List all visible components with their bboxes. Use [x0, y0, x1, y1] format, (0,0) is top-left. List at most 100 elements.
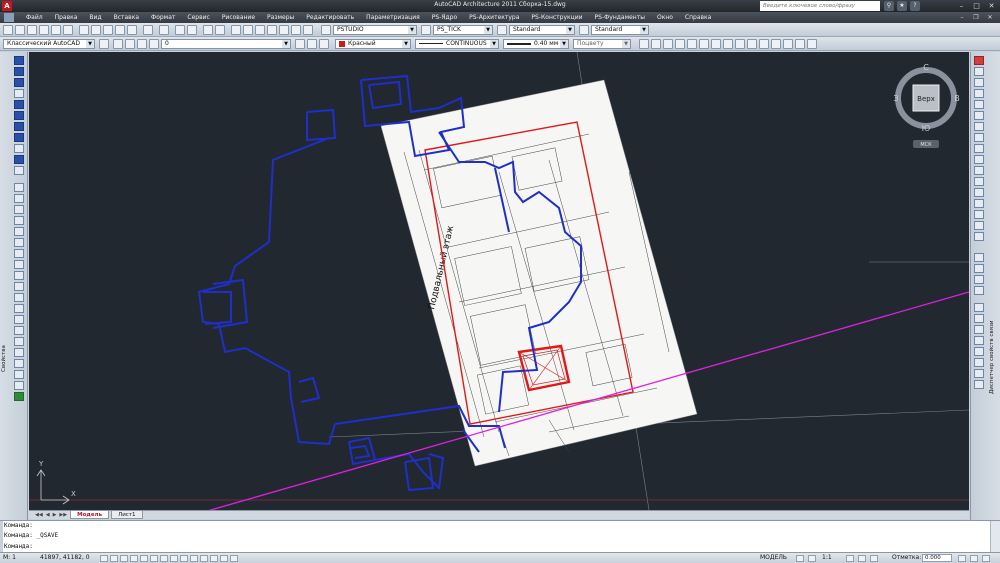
ps-space-tool-icon[interactable] — [14, 144, 24, 153]
quick-view-drawings-icon[interactable] — [808, 555, 816, 562]
sun-icon[interactable] — [137, 39, 147, 49]
ps-stair-tool-icon[interactable] — [14, 111, 24, 120]
minimize-button[interactable]: – — [954, 0, 969, 12]
annotation-scale[interactable]: 1:1 — [822, 553, 832, 563]
command-window[interactable]: Команда: Команда: _QSAVE Команда: — [0, 520, 1000, 553]
text-style-icon[interactable] — [321, 25, 331, 35]
layer-previous-icon[interactable] — [307, 39, 317, 49]
ps-tool-13-icon[interactable] — [783, 39, 793, 49]
fillet-icon[interactable] — [974, 221, 984, 230]
auto-scale-icon[interactable] — [858, 555, 866, 562]
ps-style-dropdown[interactable]: PSTUDIO ▼ — [333, 25, 417, 35]
infer-constraints-icon[interactable] — [100, 555, 108, 562]
help-icon[interactable]: ? — [910, 1, 920, 11]
zoom-icon[interactable] — [187, 25, 197, 35]
undo-icon[interactable] — [143, 25, 153, 35]
document-icon[interactable] — [4, 13, 14, 22]
ps-tool-8-icon[interactable] — [723, 39, 733, 49]
match-properties-icon[interactable] — [115, 25, 125, 35]
ps-tool-15-icon[interactable] — [807, 39, 817, 49]
print-icon[interactable] — [39, 25, 49, 35]
chamfer-icon[interactable] — [974, 210, 984, 219]
make-block-icon[interactable] — [14, 315, 24, 324]
linetype-dropdown[interactable]: CONTINUOUS ▼ — [415, 39, 499, 49]
doc-minimize-button[interactable]: – — [955, 12, 969, 23]
object-snap-tracking-icon[interactable] — [170, 555, 178, 562]
copy-icon[interactable] — [91, 25, 101, 35]
menu-ps-core[interactable]: PS-Ядро — [426, 14, 463, 21]
gradient-tool-icon[interactable] — [14, 348, 24, 357]
line-tool-icon[interactable] — [14, 183, 24, 192]
ps-dispatch-7-icon[interactable] — [974, 369, 984, 378]
arc-tool-icon[interactable] — [14, 238, 24, 247]
design-center-icon[interactable] — [243, 25, 253, 35]
compass-south[interactable]: Ю — [922, 124, 931, 133]
layer-states-icon[interactable] — [319, 39, 329, 49]
ps-hatch-tool-icon[interactable] — [14, 166, 24, 175]
lineweight-display-icon[interactable] — [200, 555, 208, 562]
menu-insert[interactable]: Вставка — [108, 14, 145, 21]
menu-ps-structures[interactable]: PS-Конструкции — [525, 14, 588, 21]
mtext-tool-icon[interactable] — [14, 381, 24, 390]
polyline-tool-icon[interactable] — [14, 205, 24, 214]
ortho-mode-icon[interactable] — [130, 555, 138, 562]
menu-edit[interactable]: Правка — [49, 14, 84, 21]
rotate-icon[interactable] — [974, 122, 984, 131]
polygon-tool-icon[interactable] — [14, 216, 24, 225]
tab-sheet1[interactable]: Лист1 — [111, 511, 143, 519]
model-space-toggle[interactable]: МОДЕЛЬ — [760, 553, 787, 563]
spline-tool-icon[interactable] — [14, 271, 24, 280]
ellipse-arc-icon[interactable] — [14, 293, 24, 302]
workspace-settings-icon[interactable] — [99, 39, 109, 49]
tab-next-icon[interactable]: ▶ — [53, 512, 57, 518]
workspace-dropdown[interactable]: Классический AutoCAD ▼ — [3, 39, 95, 49]
quick-properties-icon[interactable] — [220, 555, 228, 562]
annotation-visibility-icon[interactable] — [846, 555, 854, 562]
selection-cycling-icon[interactable] — [230, 555, 238, 562]
ps-tool-10-icon[interactable] — [747, 39, 757, 49]
hatch-tool-icon[interactable] — [14, 337, 24, 346]
ps-slab-tool-icon[interactable] — [14, 122, 24, 131]
zoom-previous-icon[interactable] — [215, 25, 225, 35]
close-button[interactable]: ✕ — [984, 0, 999, 12]
print-preview-icon[interactable] — [51, 25, 61, 35]
extend-icon[interactable] — [974, 166, 984, 175]
ps-tool-4-icon[interactable] — [675, 39, 685, 49]
dynamic-ucs-icon[interactable] — [180, 555, 188, 562]
break-at-point-icon[interactable] — [974, 177, 984, 186]
ps-wall-tool-icon[interactable] — [14, 56, 24, 65]
join-icon[interactable] — [974, 199, 984, 208]
workspace-switch-icon[interactable] — [870, 555, 878, 562]
break-icon[interactable] — [974, 188, 984, 197]
ellipse-tool-icon[interactable] — [14, 282, 24, 291]
erase-icon[interactable] — [974, 56, 984, 65]
color-dropdown[interactable]: Красный ▼ — [335, 39, 411, 49]
ps-tool-2-icon[interactable] — [651, 39, 661, 49]
polar-tracking-icon[interactable] — [140, 555, 148, 562]
menu-draw[interactable]: Рисование — [216, 14, 261, 21]
ps-dispatch-8-icon[interactable] — [974, 380, 984, 389]
ps-tool-9-icon[interactable] — [735, 39, 745, 49]
search-input[interactable]: Введите ключевое слово/фразу — [760, 1, 880, 11]
revision-cloud-icon[interactable] — [14, 260, 24, 269]
lock-icon[interactable] — [149, 39, 159, 49]
properties-icon[interactable] — [231, 25, 241, 35]
link-dispatcher-label[interactable]: Диспетчер свойств связи — [989, 314, 999, 394]
transparency-icon[interactable] — [210, 555, 218, 562]
command-input[interactable]: Команда: — [4, 543, 33, 550]
menu-modify[interactable]: Редактировать — [300, 14, 360, 21]
compass-north[interactable]: С — [923, 63, 929, 72]
move-icon[interactable] — [974, 111, 984, 120]
maximize-button[interactable]: □ — [969, 0, 984, 12]
menu-dimension[interactable]: Размеры — [261, 14, 300, 21]
menu-ps-architecture[interactable]: PS-Архитектура — [463, 14, 525, 21]
ps-grid-tool-icon[interactable] — [14, 155, 24, 164]
ps-dispatch-3-icon[interactable] — [974, 325, 984, 334]
navbar-orbit-icon[interactable] — [974, 275, 984, 284]
lightbulb-icon[interactable] — [125, 39, 135, 49]
menu-parametric[interactable]: Параметризация — [360, 14, 426, 21]
copy-object-icon[interactable] — [974, 67, 984, 76]
menu-file[interactable]: Файл — [20, 14, 49, 21]
offset-icon[interactable] — [974, 89, 984, 98]
tab-model[interactable]: Модель — [70, 511, 110, 519]
